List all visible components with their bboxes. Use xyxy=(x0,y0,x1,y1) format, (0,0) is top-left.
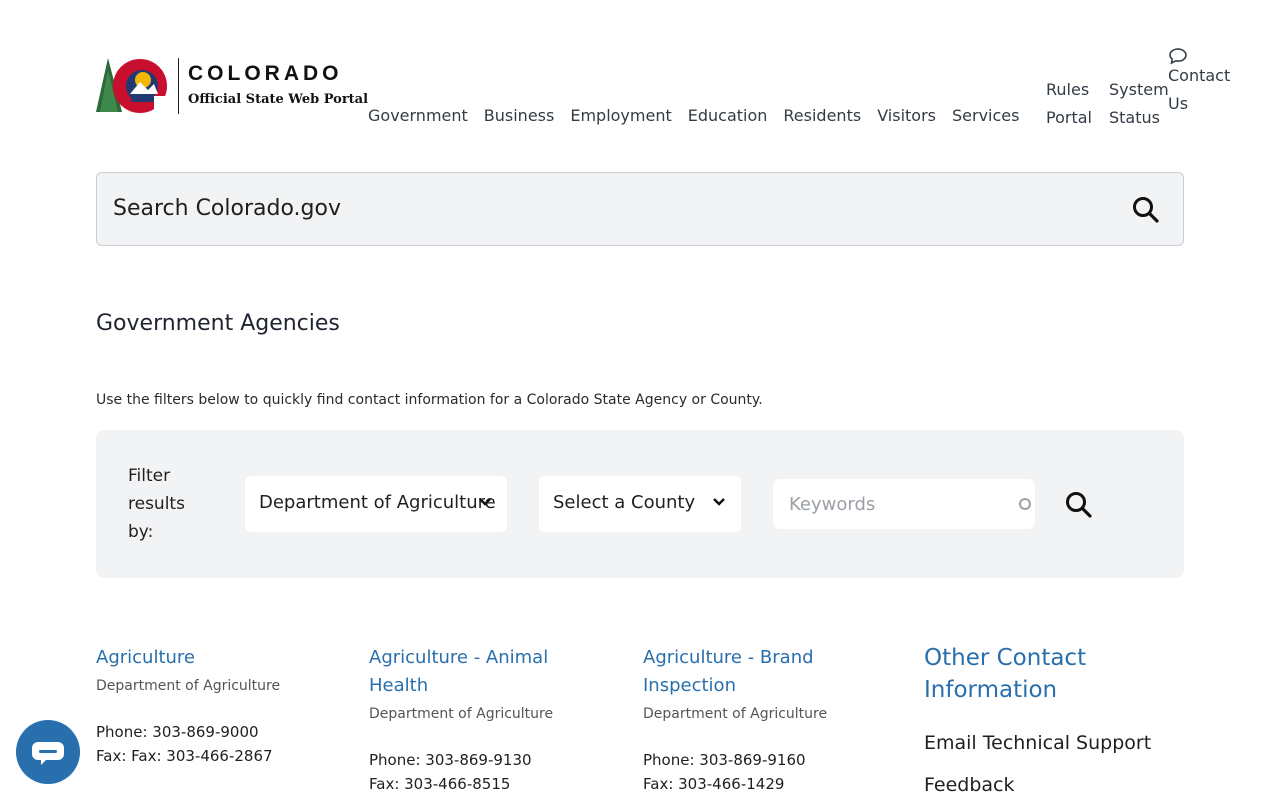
filter-label-line1: Filter xyxy=(128,466,171,486)
logo-divider xyxy=(178,58,179,114)
agency-phone: Phone: 303-869-9160 xyxy=(643,751,806,769)
agency-department: Department of Agriculture xyxy=(643,706,828,722)
main-nav: Government Business Employment Education… xyxy=(368,106,1035,125)
agency-select[interactable]: Department of Agriculture xyxy=(245,476,507,532)
nav-residents[interactable]: Residents xyxy=(783,106,861,125)
agency-name-link[interactable]: Agriculture - Animal Health xyxy=(369,644,589,700)
nav-employment[interactable]: Employment xyxy=(570,106,671,125)
chat-bubble-icon xyxy=(32,742,64,765)
keywords-input[interactable] xyxy=(773,479,993,529)
colorado-logo[interactable]: COLORADO Official State Web Portal xyxy=(96,56,376,116)
search-icon[interactable] xyxy=(1064,490,1094,520)
nav-business[interactable]: Business xyxy=(484,106,555,125)
other-contact-title: Other Contact Information xyxy=(924,645,1087,703)
search-icon[interactable] xyxy=(1131,195,1161,225)
agency-card: Agriculture - Animal Health Department o… xyxy=(369,644,589,796)
nav-rules-portal[interactable]: Rules Portal xyxy=(1046,76,1092,132)
feedback-link[interactable]: Feedback xyxy=(924,774,1184,796)
filter-label: Filter results by: xyxy=(128,462,208,546)
county-select[interactable]: Select a County xyxy=(539,476,741,532)
agency-phone: Phone: 303-869-9000 xyxy=(96,723,259,741)
colorado-logo-icon xyxy=(96,58,170,116)
agency-fax: Fax: 303-466-1429 xyxy=(643,775,785,793)
agency-fax: Fax: Fax: 303-466-2867 xyxy=(96,747,273,765)
agency-card: Agriculture - Brand Inspection Departmen… xyxy=(643,644,863,796)
email-support-link[interactable]: Email Technical Support xyxy=(924,732,1184,754)
county-select-value: Select a County xyxy=(553,492,696,513)
nav-rules-portal-line2: Portal xyxy=(1046,108,1092,127)
logo-subtitle: Official State Web Portal xyxy=(188,92,369,107)
chevron-down-icon xyxy=(713,498,725,506)
search-input[interactable]: Search Colorado.gov xyxy=(113,196,341,221)
keywords-field[interactable] xyxy=(773,479,1035,529)
page-intro: Use the filters below to quickly find co… xyxy=(96,392,763,408)
nav-system-status-line2: Status xyxy=(1109,108,1160,127)
agency-card: Agriculture Department of Agriculture Ph… xyxy=(96,644,316,768)
filter-label-line2: results xyxy=(128,494,185,514)
nav-contact-us[interactable]: Contact Us xyxy=(1168,46,1248,118)
filter-panel: Filter results by: Department of Agricul… xyxy=(96,430,1184,578)
agency-name-link[interactable]: Agriculture - Brand Inspection xyxy=(643,644,863,700)
agency-fax: Fax: 303-466-8515 xyxy=(369,775,511,793)
agency-phone: Phone: 303-869-9130 xyxy=(369,751,532,769)
clear-icon[interactable] xyxy=(1019,498,1031,510)
nav-system-status[interactable]: System Status xyxy=(1109,76,1169,132)
other-contact-section: Other Contact Information Email Technica… xyxy=(924,642,1184,796)
nav-services[interactable]: Services xyxy=(952,106,1019,125)
chevron-down-icon xyxy=(479,498,491,506)
agency-department: Department of Agriculture xyxy=(96,678,281,694)
agency-select-value: Department of Agriculture xyxy=(259,492,496,513)
nav-government[interactable]: Government xyxy=(368,106,468,125)
site-search[interactable]: Search Colorado.gov xyxy=(96,172,1184,246)
agency-name-link[interactable]: Agriculture xyxy=(96,644,316,672)
logo-title: COLORADO xyxy=(188,62,343,85)
nav-system-status-line1: System xyxy=(1109,80,1169,99)
nav-education[interactable]: Education xyxy=(688,106,768,125)
agency-department: Department of Agriculture xyxy=(369,706,554,722)
nav-contact-line2: Us xyxy=(1168,94,1189,113)
nav-rules-portal-line1: Rules xyxy=(1046,80,1090,99)
filter-label-line3: by: xyxy=(128,522,154,542)
nav-visitors[interactable]: Visitors xyxy=(877,106,936,125)
nav-contact-line1: Contact xyxy=(1168,66,1231,85)
page-title: Government Agencies xyxy=(96,311,340,336)
chat-button[interactable] xyxy=(16,720,80,784)
